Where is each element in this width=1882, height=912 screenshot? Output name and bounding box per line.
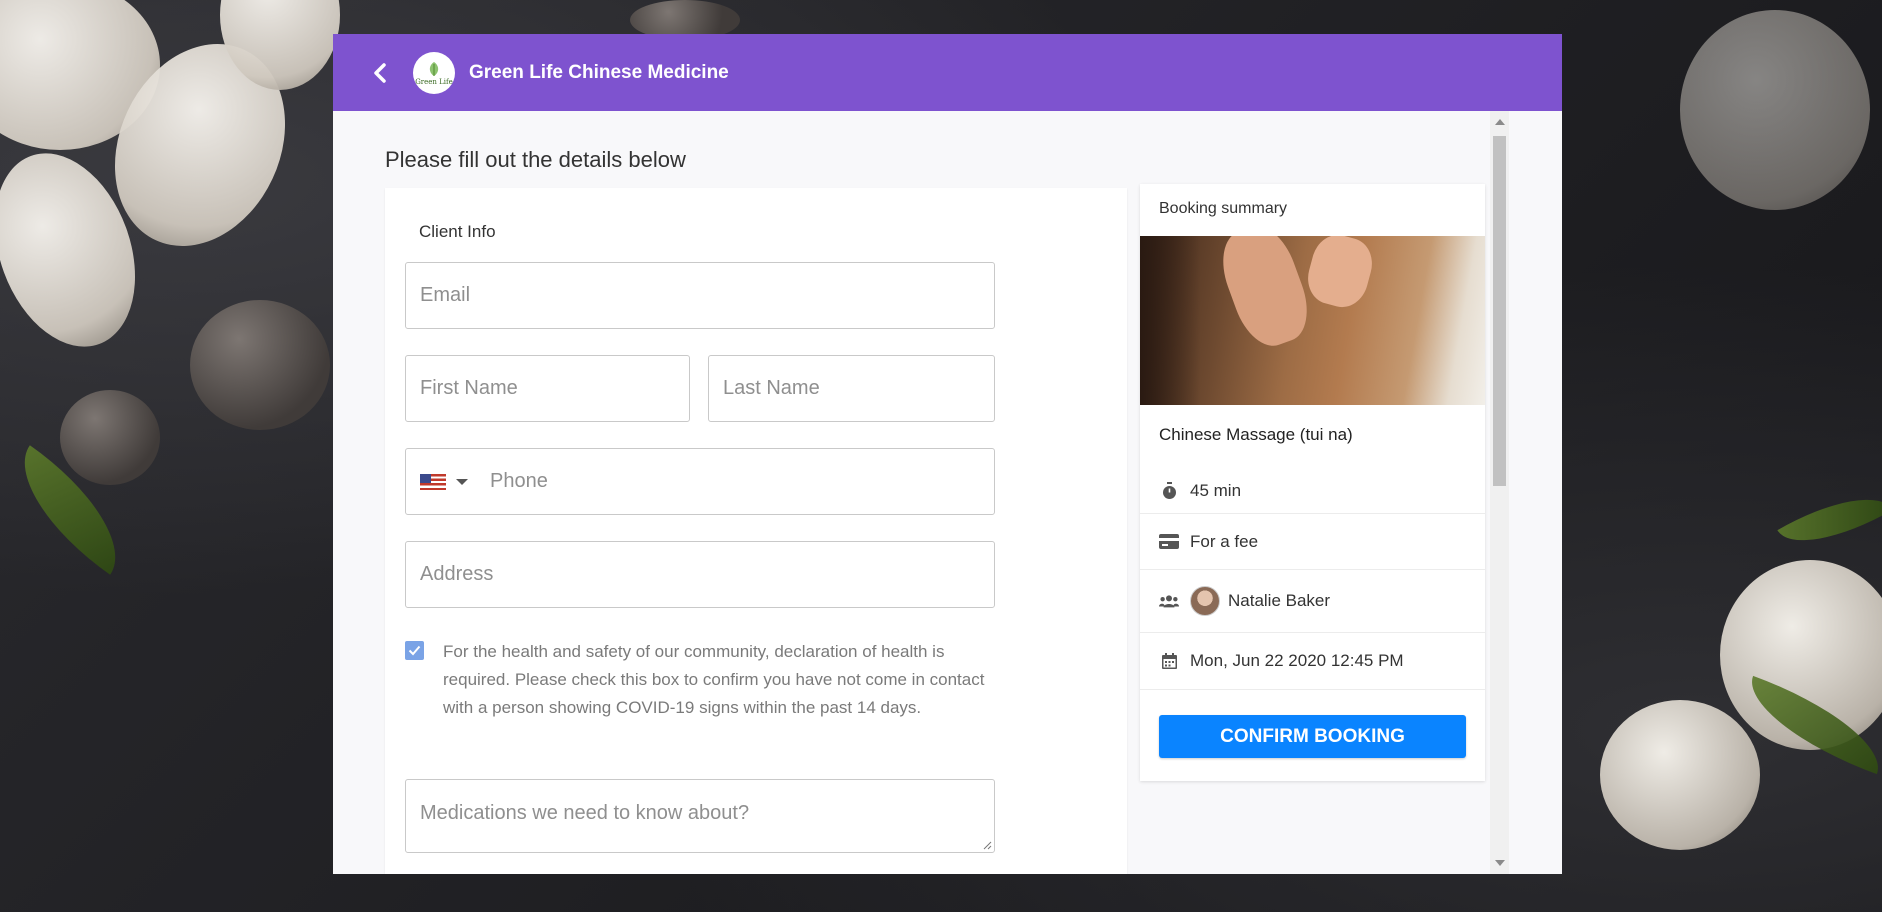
email-field[interactable] bbox=[405, 262, 995, 329]
datetime-row: Mon, Jun 22 2020 12:45 PM bbox=[1140, 633, 1485, 688]
service-image bbox=[1140, 236, 1485, 405]
first-name-field[interactable] bbox=[405, 355, 690, 422]
medications-field[interactable] bbox=[405, 779, 995, 874]
modal-content: Please fill out the details below Client… bbox=[333, 111, 1562, 874]
client-info-form: Client Info Email First Name Last Name P… bbox=[385, 188, 1127, 874]
resize-handle-icon[interactable] bbox=[982, 840, 992, 850]
brand-logo: Green Life bbox=[413, 51, 455, 94]
duration-row: 45 min bbox=[1140, 469, 1485, 513]
summary-title: Booking summary bbox=[1159, 200, 1288, 217]
back-button[interactable] bbox=[363, 56, 397, 90]
last-name-field[interactable] bbox=[708, 355, 995, 422]
phone-field[interactable] bbox=[405, 448, 995, 515]
avatar bbox=[1190, 586, 1220, 616]
staff-row: Natalie Baker bbox=[1140, 570, 1485, 632]
modal-header: Green Life Green Life Chinese Medicine bbox=[333, 34, 1562, 111]
duration-text: 45 min bbox=[1190, 481, 1242, 500]
first-name-input[interactable] bbox=[420, 356, 689, 421]
health-declaration-text: For the health and safety of our communi… bbox=[443, 642, 985, 717]
confirm-booking-button[interactable]: CONFIRM BOOKING bbox=[1159, 715, 1466, 758]
address-field[interactable] bbox=[405, 541, 995, 608]
staff-name: Natalie Baker bbox=[1228, 591, 1331, 610]
chevron-left-icon bbox=[374, 62, 386, 83]
price-row: For a fee bbox=[1140, 514, 1485, 569]
scroll-up-arrow-icon[interactable] bbox=[1495, 119, 1505, 125]
address-input[interactable] bbox=[420, 542, 994, 607]
email-input[interactable] bbox=[420, 263, 994, 328]
brand-name: Green Life Chinese Medicine bbox=[469, 61, 729, 83]
credit-card-icon bbox=[1159, 534, 1179, 549]
leaf-icon bbox=[429, 61, 439, 76]
price-text: For a fee bbox=[1190, 531, 1259, 551]
logo-text: Green Life bbox=[415, 77, 453, 86]
booking-summary: Booking summary Chinese Massage (tui na)… bbox=[1140, 184, 1485, 781]
us-flag-icon[interactable] bbox=[420, 473, 446, 490]
booking-modal: Green Life Green Life Chinese Medicine P… bbox=[333, 34, 1562, 874]
stopwatch-icon bbox=[1162, 482, 1176, 499]
health-declaration: For the health and safety of our communi… bbox=[405, 638, 1001, 722]
service-name: Chinese Massage (tui na) bbox=[1159, 425, 1353, 444]
scroll-down-arrow-icon[interactable] bbox=[1495, 860, 1505, 866]
phone-input[interactable] bbox=[490, 449, 994, 514]
scrollbar[interactable] bbox=[1490, 111, 1509, 874]
users-icon bbox=[1159, 594, 1179, 607]
last-name-input[interactable] bbox=[723, 356, 994, 421]
scrollbar-thumb[interactable] bbox=[1493, 136, 1506, 486]
datetime-text: Mon, Jun 22 2020 12:45 PM bbox=[1190, 650, 1404, 670]
chevron-down-icon[interactable] bbox=[456, 478, 468, 485]
health-declaration-checkbox[interactable] bbox=[405, 641, 424, 660]
medications-input[interactable] bbox=[420, 780, 994, 874]
check-icon bbox=[408, 645, 421, 656]
calendar-icon bbox=[1161, 652, 1177, 669]
section-label: Client Info bbox=[419, 222, 496, 241]
page-title: Please fill out the details below bbox=[385, 147, 686, 172]
